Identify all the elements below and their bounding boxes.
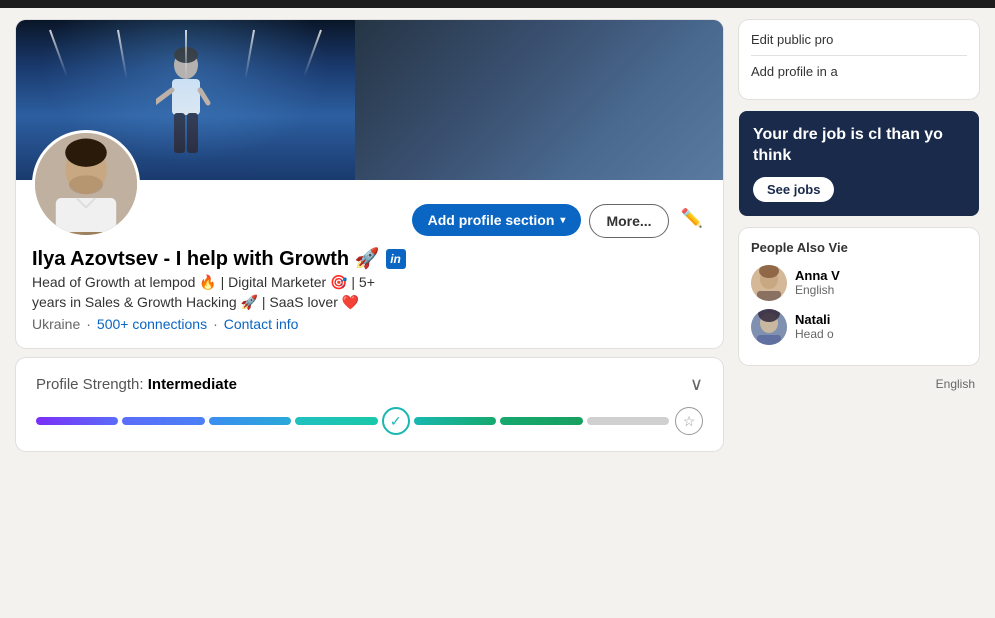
strength-title-row: Profile Strength: Intermediate ∨ bbox=[36, 374, 703, 395]
person-avatar-anna bbox=[751, 265, 787, 301]
edit-public-profile-link[interactable]: Edit public pro bbox=[751, 32, 967, 47]
stage-light bbox=[303, 30, 322, 78]
profile-info-section: Add profile section ▾ More... ✏️ Ilya Az… bbox=[16, 180, 723, 348]
bar-segment-6 bbox=[500, 417, 582, 425]
more-button[interactable]: More... bbox=[589, 204, 668, 238]
add-profile-language-link[interactable]: Add profile in a bbox=[751, 64, 967, 79]
strength-collapse-button[interactable]: ∨ bbox=[690, 374, 703, 395]
see-jobs-button[interactable]: See jobs bbox=[753, 177, 834, 202]
profile-card: Add profile section ▾ More... ✏️ Ilya Az… bbox=[16, 20, 723, 348]
strength-label: Profile Strength: Intermediate bbox=[36, 376, 237, 393]
stage-light bbox=[49, 30, 68, 78]
person-row-anna: Anna V English bbox=[751, 265, 967, 301]
person-row-natali: Natali Head o bbox=[751, 309, 967, 345]
anna-avatar-svg bbox=[751, 265, 787, 301]
chevron-down-icon: ▾ bbox=[560, 215, 565, 226]
job-advertisement: Your dre job is cl than yo think See job… bbox=[739, 111, 979, 216]
avatar-svg bbox=[35, 133, 137, 235]
linkedin-icon: in bbox=[386, 249, 406, 269]
stage-light bbox=[244, 30, 255, 80]
avatar bbox=[32, 130, 140, 238]
person-title-natali: Head o bbox=[795, 327, 967, 341]
profile-meta: Ukraine · 500+ connections · Contact inf… bbox=[32, 316, 707, 332]
connections-link[interactable]: 500+ connections bbox=[97, 316, 207, 332]
people-also-viewed-section: People Also Vie Anna V English bbox=[739, 228, 979, 365]
separator-dot: · bbox=[86, 316, 91, 332]
left-column: Add profile section ▾ More... ✏️ Ilya Az… bbox=[16, 20, 723, 606]
stage-lights bbox=[16, 30, 355, 80]
people-also-viewed-title: People Also Vie bbox=[751, 240, 967, 255]
profile-strength-card: Profile Strength: Intermediate ∨ ✓ ☆ bbox=[16, 358, 723, 451]
bar-segment-5 bbox=[414, 417, 496, 425]
bar-segment-1 bbox=[36, 417, 118, 425]
headline-line1: Head of Growth at lempod 🔥 | Digital Mar… bbox=[32, 274, 375, 290]
person-name-natali: Natali bbox=[795, 312, 967, 327]
star-button[interactable]: ☆ bbox=[675, 407, 703, 435]
stage-light bbox=[185, 30, 187, 80]
person-avatar-natali bbox=[751, 309, 787, 345]
profile-name-block: Ilya Azovtsev - I help with Growth 🚀 in … bbox=[32, 246, 707, 332]
strength-level: Intermediate bbox=[148, 376, 237, 393]
profile-header: Ilya Azovtsev - I help with Growth 🚀 in … bbox=[32, 246, 707, 332]
top-bar bbox=[0, 0, 995, 8]
person-info-natali: Natali Head o bbox=[795, 312, 967, 341]
person-title-anna: English bbox=[795, 283, 967, 297]
profile-name: Ilya Azovtsev - I help with Growth 🚀 in bbox=[32, 246, 707, 271]
divider bbox=[751, 55, 967, 56]
right-column: Edit public pro Add profile in a Your dr… bbox=[739, 20, 979, 606]
cover-right bbox=[355, 20, 723, 180]
strength-bar: ✓ ☆ bbox=[36, 407, 703, 435]
job-ad-text: Your dre job is cl than yo think bbox=[753, 125, 965, 167]
profile-headline: Head of Growth at lempod 🔥 | Digital Mar… bbox=[32, 273, 707, 312]
headline-line2: years in Sales & Growth Hacking 🚀 | SaaS… bbox=[32, 294, 359, 310]
person-info-anna: Anna V English bbox=[795, 268, 967, 297]
bar-segment-7 bbox=[587, 417, 669, 425]
bar-segment-2 bbox=[122, 417, 204, 425]
natali-avatar-svg bbox=[751, 309, 787, 345]
language-label: English bbox=[936, 377, 975, 391]
name-text: Ilya Azovtsev - I help with Growth 🚀 bbox=[32, 246, 380, 271]
location-text: Ukraine bbox=[32, 316, 80, 332]
right-card-links: Edit public pro Add profile in a bbox=[739, 20, 979, 99]
pencil-icon: ✏️ bbox=[681, 208, 703, 228]
language-footer: English bbox=[739, 377, 979, 391]
separator-dot-2: · bbox=[213, 316, 218, 332]
bar-segment-4 bbox=[295, 417, 377, 425]
strength-check-indicator: ✓ bbox=[382, 407, 410, 435]
bar-segment-3 bbox=[209, 417, 291, 425]
edit-profile-button[interactable]: ✏️ bbox=[677, 204, 707, 233]
add-section-label: Add profile section bbox=[428, 212, 555, 228]
person-name-anna: Anna V bbox=[795, 268, 967, 283]
strength-label-text: Profile Strength: bbox=[36, 376, 148, 393]
bar-segments: ✓ bbox=[36, 407, 669, 435]
contact-info-link[interactable]: Contact info bbox=[224, 316, 299, 332]
stage-light bbox=[117, 30, 128, 80]
profile-actions: Add profile section ▾ More... ✏️ bbox=[412, 204, 707, 238]
add-profile-section-button[interactable]: Add profile section ▾ bbox=[412, 204, 582, 236]
